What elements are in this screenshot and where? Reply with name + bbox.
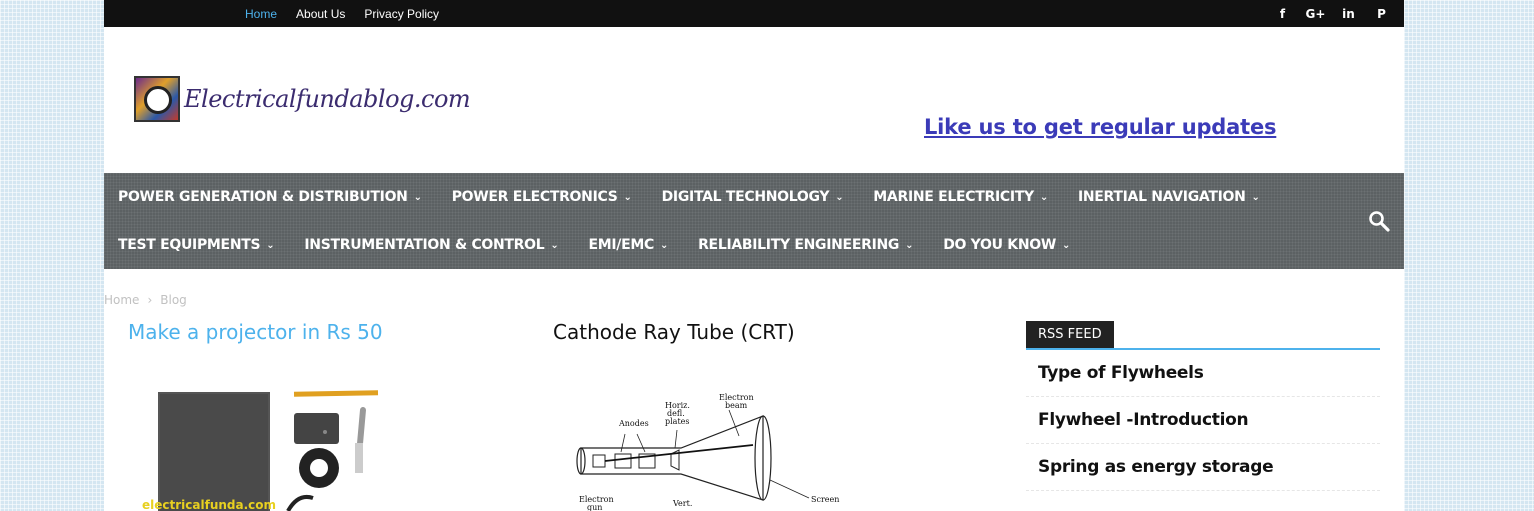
search-icon[interactable] <box>1368 210 1390 232</box>
nav-item-instrumentation-control[interactable]: INSTRUMENTATION & CONTROL ⌄ <box>290 237 574 253</box>
chevron-down-icon: ⌄ <box>1061 239 1071 251</box>
like-us-link[interactable]: Like us to get regular updates <box>924 115 1276 139</box>
breadcrumb-home[interactable]: Home <box>104 293 139 307</box>
crt-label-beam-2: beam <box>725 401 748 410</box>
nav-item-power-generation[interactable]: POWER GENERATION & DISTRIBUTION ⌄ <box>104 189 438 205</box>
rss-item[interactable]: Spring as energy storage <box>1026 444 1380 491</box>
breadcrumb-current: Blog <box>160 293 187 307</box>
crt-label-horiz-3: plates <box>665 417 690 426</box>
top-menu: Home About Us Privacy Policy <box>245 0 458 27</box>
crt-label-screen: Screen <box>811 495 839 504</box>
chevron-down-icon: ⌄ <box>905 239 914 251</box>
rss-item[interactable]: Flywheel -Introduction <box>1026 397 1380 444</box>
breadcrumb-separator: › <box>147 293 153 307</box>
page-container: Home About Us Privacy Policy f G+ in P E… <box>104 0 1404 511</box>
chevron-down-icon: ⌄ <box>623 191 632 203</box>
top-menu-home[interactable]: Home <box>245 7 277 21</box>
chevron-down-icon: ⌄ <box>266 239 275 251</box>
chevron-down-icon: ⌄ <box>413 191 422 203</box>
nav-item-reliability-engineering[interactable]: RELIABILITY ENGINEERING ⌄ <box>684 237 929 253</box>
site-header: Electricalfundablog.com Like us to get r… <box>104 27 1404 173</box>
linkedin-icon[interactable]: in <box>1332 7 1365 21</box>
main-navigation: POWER GENERATION & DISTRIBUTION ⌄ POWER E… <box>104 173 1404 269</box>
nav-item-inertial-navigation[interactable]: INERTIAL NAVIGATION ⌄ <box>1064 189 1276 205</box>
crt-label-vert: Vert. <box>672 499 692 508</box>
nav-row-2: TEST EQUIPMENTS ⌄ INSTRUMENTATION & CONTR… <box>104 221 1086 269</box>
post-thumbnail-projector[interactable]: electricalfunda.com <box>128 388 388 511</box>
chevron-down-icon: ⌄ <box>835 191 844 203</box>
rss-feed-title: RSS FEED <box>1026 321 1114 348</box>
nav-item-emi-emc[interactable]: EMI/EMC ⌄ <box>574 237 684 253</box>
crt-label-gun-2: gun <box>587 503 602 511</box>
nav-row-1: POWER GENERATION & DISTRIBUTION ⌄ POWER E… <box>104 173 1276 221</box>
top-menu-privacy-policy[interactable]: Privacy Policy <box>364 7 439 21</box>
nav-item-digital-technology[interactable]: DIGITAL TECHNOLOGY ⌄ <box>648 189 860 205</box>
thumbnail-watermark: electricalfunda.com <box>142 498 276 511</box>
social-icons: f G+ in P <box>1266 0 1398 27</box>
rss-feed-widget: RSS FEED Type of Flywheels Flywheel -Int… <box>1026 321 1380 491</box>
post-title-crt[interactable]: Cathode Ray Tube (CRT) <box>553 320 795 344</box>
chevron-down-icon: ⌄ <box>659 239 669 251</box>
breadcrumb: Home › Blog <box>104 293 187 307</box>
logo-mark-icon <box>134 76 180 122</box>
pinterest-icon[interactable]: P <box>1365 7 1398 21</box>
chevron-down-icon: ⌄ <box>550 239 559 251</box>
site-logo[interactable]: Electricalfundablog.com <box>134 76 471 122</box>
logo-text: Electricalfundablog.com <box>184 85 471 113</box>
nav-item-test-equipments[interactable]: TEST EQUIPMENTS ⌄ <box>104 237 290 253</box>
post-title-projector[interactable]: Make a projector in Rs 50 <box>128 320 383 344</box>
top-menu-about-us[interactable]: About Us <box>296 7 345 21</box>
nav-item-do-you-know[interactable]: DO YOU KNOW ⌄ <box>929 237 1086 253</box>
nav-item-power-electronics[interactable]: POWER ELECTRONICS ⌄ <box>438 189 648 205</box>
nav-item-marine-electricity[interactable]: MARINE ELECTRICITY ⌄ <box>859 189 1064 205</box>
google-plus-icon[interactable]: G+ <box>1299 7 1332 21</box>
post-thumbnail-crt[interactable]: Anodes Horiz. defl. plates Electron beam… <box>553 390 853 511</box>
top-bar: Home About Us Privacy Policy f G+ in P <box>104 0 1404 27</box>
facebook-icon[interactable]: f <box>1266 7 1299 21</box>
chevron-down-icon: ⌄ <box>1251 191 1260 203</box>
crt-label-anodes: Anodes <box>618 419 649 428</box>
rss-item[interactable]: Type of Flywheels <box>1026 350 1380 397</box>
chevron-down-icon: ⌄ <box>1039 191 1048 203</box>
